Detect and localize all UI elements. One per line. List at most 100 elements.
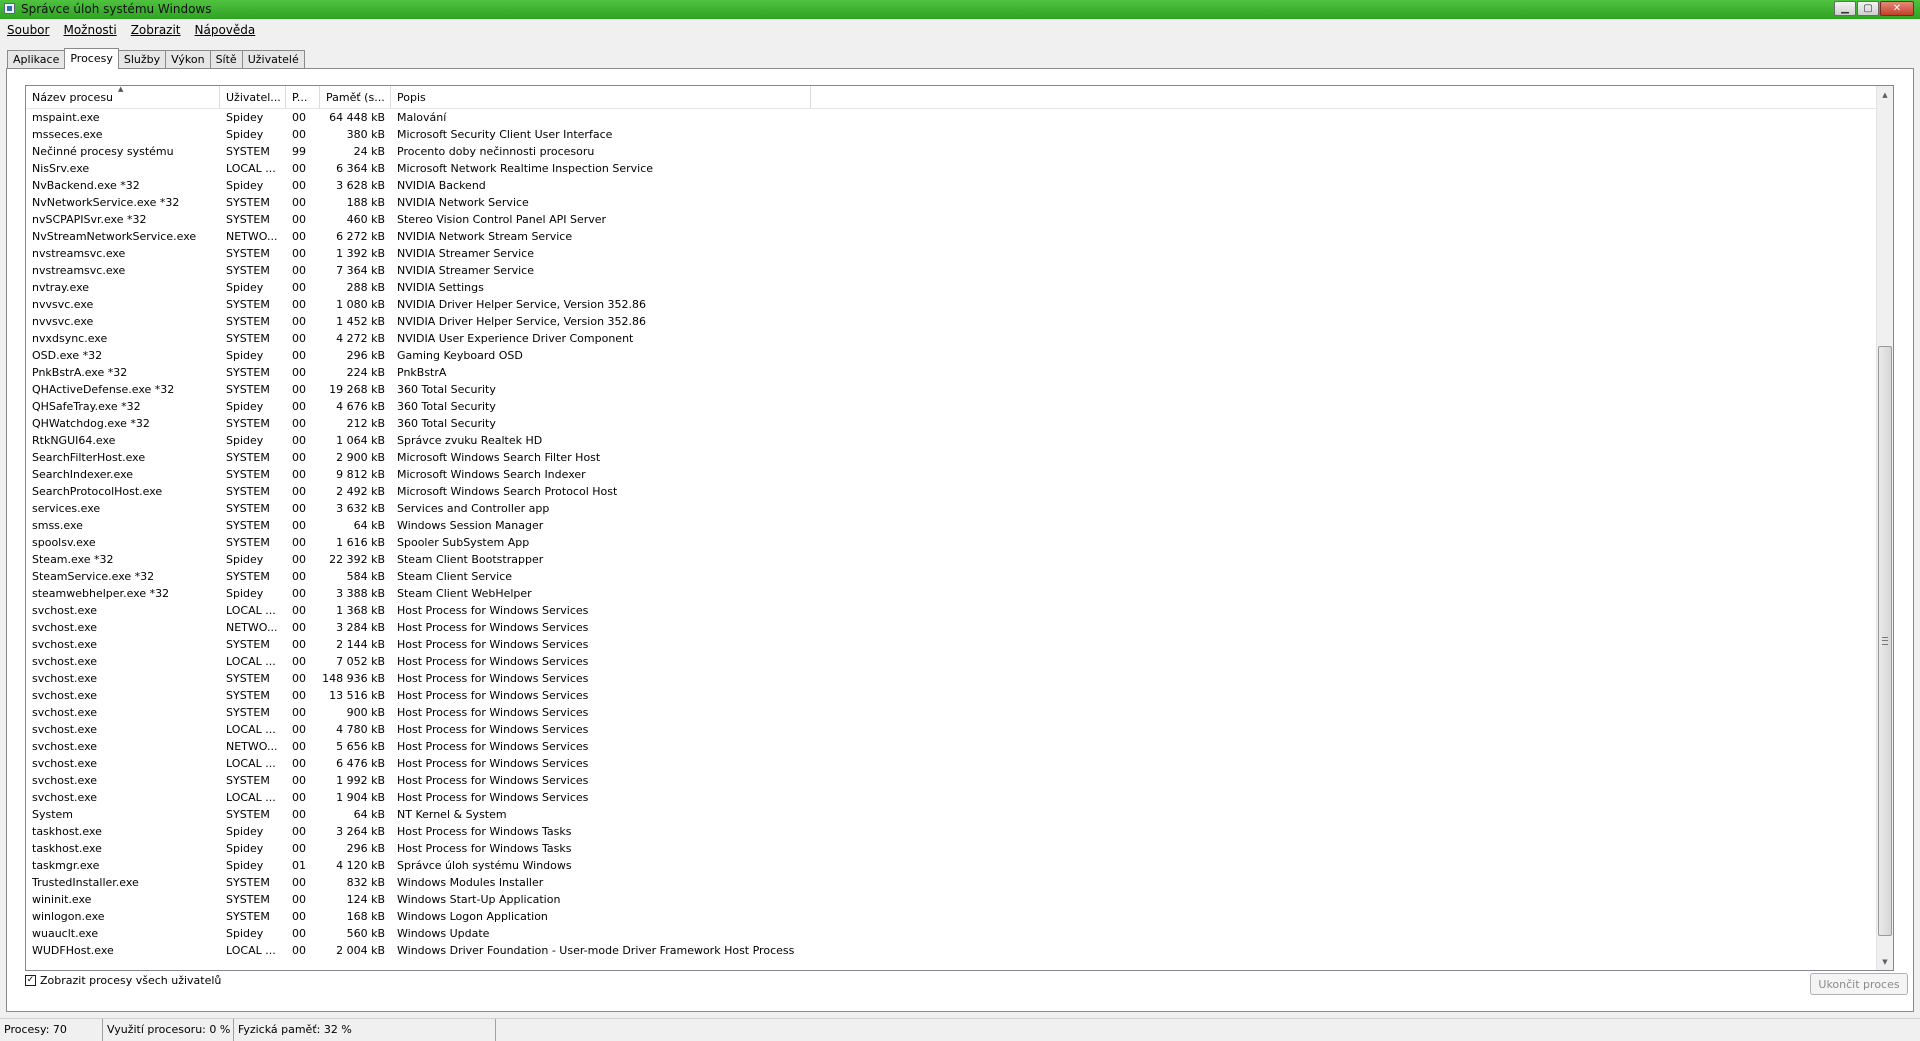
end-process-button[interactable]: Ukončit proces (1810, 973, 1908, 995)
table-row[interactable]: QHActiveDefense.exe *32 SYSTEM 00 19 268 kB… (26, 381, 1886, 398)
table-row[interactable]: svchost.exe SYSTEM 00 2 144 kB Host Process … (26, 636, 1886, 653)
task-manager-icon[interactable] (4, 3, 15, 14)
process-user: SYSTEM (226, 706, 270, 719)
table-row[interactable]: svchost.exe SYSTEM 00 148 936 kB Host Proces… (26, 670, 1886, 687)
table-row[interactable]: svchost.exe NETWO... 00 5 656 kB Host Proces… (26, 738, 1886, 755)
table-row[interactable]: SteamService.exe *32 SYSTEM 00 584 kB Steam … (26, 568, 1886, 585)
table-row[interactable]: nvtray.exe Spidey 00 288 kB NVIDIA Settings (26, 279, 1886, 296)
process-user: LOCAL ... (226, 723, 276, 736)
table-row[interactable]: taskhost.exe Spidey 00 3 264 kB Host Process… (26, 823, 1886, 840)
table-row[interactable]: nvstreamsvc.exe SYSTEM 00 7 364 kB NVIDIA St… (26, 262, 1886, 279)
table-row[interactable]: svchost.exe SYSTEM 00 900 kB Host Process fo… (26, 704, 1886, 721)
minimize-button[interactable]: ▁ (1834, 1, 1856, 16)
process-name: nvvsvc.exe (32, 315, 94, 328)
table-row[interactable]: svchost.exe LOCAL ... 00 6 476 kB Host Proce… (26, 755, 1886, 772)
show-all-users[interactable]: ✓ Zobrazit procesy všech uživatelů (25, 974, 221, 987)
menu-view[interactable]: Zobrazit (124, 20, 188, 40)
table-row[interactable]: QHSafeTray.exe *32 Spidey 00 4 676 kB 360 To… (26, 398, 1886, 415)
table-row[interactable]: Nečinné procesy systému SYSTEM 99 24 kB Proc… (26, 143, 1886, 160)
table-row[interactable]: svchost.exe SYSTEM 00 1 992 kB Host Process … (26, 772, 1886, 789)
table-row[interactable]: OSD.exe *32 Spidey 00 296 kB Gaming Keyboard… (26, 347, 1886, 364)
table-row[interactable]: smss.exe SYSTEM 00 64 kB Windows Session Man… (26, 517, 1886, 534)
table-row[interactable]: wininit.exe SYSTEM 00 124 kB Windows Start-U… (26, 891, 1886, 908)
process-name: spoolsv.exe (32, 536, 96, 549)
table-row[interactable]: svchost.exe LOCAL ... 00 4 780 kB Host Proce… (26, 721, 1886, 738)
table-row[interactable]: svchost.exe LOCAL ... 00 1 904 kB Host Proce… (26, 789, 1886, 806)
process-memory: 584 kB (346, 570, 385, 583)
title-bar[interactable]: Správce úloh systému Windows ▁ ▢ ✕ (0, 0, 1920, 19)
process-name: TrustedInstaller.exe (32, 876, 139, 889)
table-row[interactable]: SearchFilterHost.exe SYSTEM 00 2 900 kB Micr… (26, 449, 1886, 466)
table-row[interactable]: nvstreamsvc.exe SYSTEM 00 1 392 kB NVIDIA St… (26, 245, 1886, 262)
process-user: SYSTEM (226, 672, 270, 685)
table-row[interactable]: NisSrv.exe LOCAL ... 00 6 364 kB Microsoft N… (26, 160, 1886, 177)
process-list[interactable]: Název procesu ▲ Uživatel... P... Paměť (… (25, 85, 1894, 971)
tab-performance[interactable]: Výkon (165, 50, 211, 68)
table-row[interactable]: svchost.exe LOCAL ... 00 1 368 kB Host Proce… (26, 602, 1886, 619)
process-rows: mspaint.exe Spidey 00 64 448 kB Malování msse… (26, 109, 1886, 959)
table-row[interactable]: spoolsv.exe SYSTEM 00 1 616 kB Spooler SubSy… (26, 534, 1886, 551)
table-row[interactable]: wuauclt.exe Spidey 00 560 kB Windows Update (26, 925, 1886, 942)
process-cpu: 00 (292, 434, 306, 447)
process-memory: 64 kB (353, 519, 385, 532)
process-user: SYSTEM (226, 417, 270, 430)
table-row[interactable]: RtkNGUI64.exe Spidey 00 1 064 kB Správce zvu… (26, 432, 1886, 449)
tab-processes[interactable]: Procesy (64, 48, 119, 69)
table-row[interactable]: nvvsvc.exe SYSTEM 00 1 452 kB NVIDIA Driver … (26, 313, 1886, 330)
table-row[interactable]: taskmgr.exe Spidey 01 4 120 kB Správce úloh … (26, 857, 1886, 874)
table-row[interactable]: steamwebhelper.exe *32 Spidey 00 3 388 kB St… (26, 585, 1886, 602)
table-row[interactable]: nvSCPAPISvr.exe *32 SYSTEM 00 460 kB Stereo … (26, 211, 1886, 228)
process-cpu: 00 (292, 553, 306, 566)
table-row[interactable]: TrustedInstaller.exe SYSTEM 00 832 kB Window… (26, 874, 1886, 891)
close-button[interactable]: ✕ (1880, 1, 1914, 16)
table-row[interactable]: SearchIndexer.exe SYSTEM 00 9 812 kB Microso… (26, 466, 1886, 483)
table-row[interactable]: nvvsvc.exe SYSTEM 00 1 080 kB NVIDIA Driver … (26, 296, 1886, 313)
table-row[interactable]: WUDFHost.exe LOCAL ... 00 2 004 kB Windows D… (26, 942, 1886, 959)
vertical-scrollbar[interactable]: ▲ ▼ (1876, 86, 1893, 970)
process-cpu: 00 (292, 910, 306, 923)
column-header-name[interactable]: Název procesu ▲ (26, 86, 220, 108)
table-row[interactable]: mspaint.exe Spidey 00 64 448 kB Malování (26, 109, 1886, 126)
table-row[interactable]: taskhost.exe Spidey 00 296 kB Host Process f… (26, 840, 1886, 857)
scroll-up-icon[interactable]: ▲ (1877, 86, 1893, 103)
table-row[interactable]: services.exe SYSTEM 00 3 632 kB Services and… (26, 500, 1886, 517)
table-row[interactable]: svchost.exe LOCAL ... 00 7 052 kB Host Proce… (26, 653, 1886, 670)
table-row[interactable]: Steam.exe *32 Spidey 00 22 392 kB Steam Clie… (26, 551, 1886, 568)
menu-help[interactable]: Nápověda (188, 20, 263, 40)
table-row[interactable]: svchost.exe NETWO... 00 3 284 kB Host Proces… (26, 619, 1886, 636)
table-row[interactable]: SearchProtocolHost.exe SYSTEM 00 2 492 kB Mi… (26, 483, 1886, 500)
scroll-down-icon[interactable]: ▼ (1877, 953, 1893, 970)
table-row[interactable]: winlogon.exe SYSTEM 00 168 kB Windows Logon … (26, 908, 1886, 925)
table-row[interactable]: nvxdsync.exe SYSTEM 00 4 272 kB NVIDIA User … (26, 330, 1886, 347)
window-title: Správce úloh systému Windows (21, 2, 212, 16)
show-all-users-checkbox[interactable]: ✓ (25, 975, 36, 986)
table-row[interactable]: System SYSTEM 00 64 kB NT Kernel & System (26, 806, 1886, 823)
process-description: Windows Logon Application (397, 910, 548, 923)
process-user: SYSTEM (226, 332, 270, 345)
process-description: Steam Client Service (397, 570, 513, 583)
table-row[interactable]: NvBackend.exe *32 Spidey 00 3 628 kB NVIDIA … (26, 177, 1886, 194)
tab-services[interactable]: Služby (117, 50, 167, 68)
maximize-button[interactable]: ▢ (1857, 1, 1879, 16)
process-name: msseces.exe (32, 128, 103, 141)
column-header-description[interactable]: Popis (391, 86, 811, 108)
scrollbar-thumb[interactable] (1878, 346, 1892, 936)
tab-applications[interactable]: Aplikace (7, 50, 66, 68)
menu-options[interactable]: Možnosti (56, 20, 123, 40)
process-memory: 1 992 kB (336, 774, 385, 787)
table-row[interactable]: NvNetworkService.exe *32 SYSTEM 00 188 kB NV… (26, 194, 1886, 211)
tab-networking[interactable]: Sítě (209, 50, 243, 68)
column-header-user[interactable]: Uživatel... (220, 86, 286, 108)
process-memory: 64 448 kB (329, 111, 385, 124)
process-user: NETWO... (226, 230, 278, 243)
process-cpu: 00 (292, 672, 306, 685)
table-row[interactable]: QHWatchdog.exe *32 SYSTEM 00 212 kB 360 Tota… (26, 415, 1886, 432)
menu-file[interactable]: Soubor (0, 20, 56, 40)
table-row[interactable]: svchost.exe SYSTEM 00 13 516 kB Host Process… (26, 687, 1886, 704)
column-header-memory[interactable]: Paměť (s... (320, 86, 391, 108)
table-row[interactable]: msseces.exe Spidey 00 380 kB Microsoft Secur… (26, 126, 1886, 143)
column-header-cpu[interactable]: P... (286, 86, 320, 108)
tab-users[interactable]: Uživatelé (241, 50, 305, 68)
table-row[interactable]: NvStreamNetworkService.exe NETWO... 00 6 27… (26, 228, 1886, 245)
table-row[interactable]: PnkBstrA.exe *32 SYSTEM 00 224 kB PnkBstrA (26, 364, 1886, 381)
